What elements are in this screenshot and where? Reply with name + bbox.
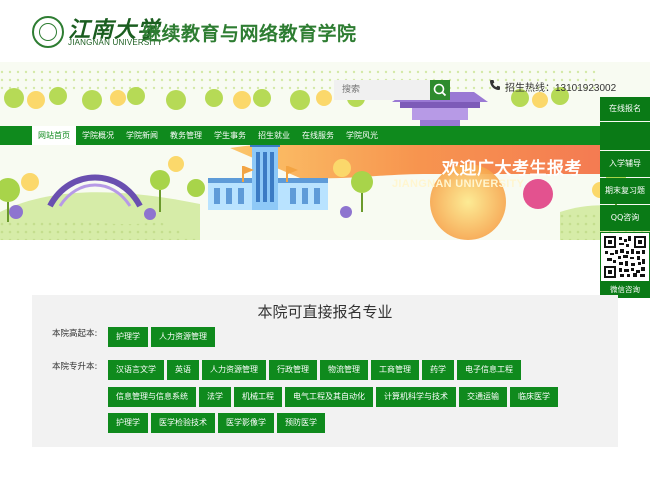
major-tag[interactable]: 护理学 [108,327,148,347]
major-tag[interactable]: 信息管理与信息系统 [108,387,196,407]
banner-subline: JIANGNAN UNIVERSITY [392,178,525,190]
phone-icon [490,80,500,90]
admission-hotline: 招生热线：13101923002 [505,83,617,94]
nav-item-about[interactable]: 学院概况 [76,126,120,145]
nav-item-admission[interactable]: 招生就业 [252,126,296,145]
page: 江南大学 JIANGNAN UNIVERSITY 继续教育与网络教育学院 搜索 … [0,0,650,500]
major-tag[interactable]: 护理学 [108,413,148,433]
majors-row: 护理学 人力资源管理 [108,327,218,347]
major-tag[interactable]: 物流管理 [320,360,368,380]
university-seal-icon[interactable] [32,16,64,48]
major-tag[interactable]: 预防医学 [277,413,325,433]
major-tag[interactable]: 医学检验技术 [151,413,215,433]
floating-sidebar: 在线报名 入学辅导 期末复习题 QQ咨询 微信咨询 [600,97,650,298]
major-tag[interactable]: 人力资源管理 [151,327,215,347]
majors-panel: 本院可直接报名专业 本院高起本: 护理学 人力资源管理 本院专升本: 汉语言文学… [32,295,618,447]
majors-row: 汉语言文学 英语 人力资源管理 行政管理 物流管理 工商管理 药学 电子信息工程 [108,360,524,380]
sidebar-qq-consult[interactable]: QQ咨询 [600,205,650,231]
group-label-high-to-bachelor: 本院高起本: [52,329,98,339]
sidebar-enrollment-guidance[interactable]: 入学辅导 [600,151,650,177]
sidebar-online-registration[interactable]: 在线报名 [600,97,650,121]
major-tag[interactable]: 计算机科学与技术 [376,387,456,407]
major-tag[interactable]: 法学 [199,387,231,407]
majors-row: 护理学 医学检验技术 医学影像学 预防医学 [108,413,328,433]
sidebar-spacer [600,122,650,150]
majors-row: 信息管理与信息系统 法学 机械工程 电气工程及其自动化 计算机科学与技术 交通运… [108,387,561,407]
major-tag[interactable]: 交通运输 [459,387,507,407]
nav-item-online-services[interactable]: 在线服务 [296,126,340,145]
site-header: 江南大学 JIANGNAN UNIVERSITY 继续教育与网络教育学院 [0,0,650,62]
major-tag[interactable]: 英语 [167,360,199,380]
wechat-qr-code[interactable] [600,232,650,282]
nav-item-student-affairs[interactable]: 学生事务 [208,126,252,145]
sidebar-final-review[interactable]: 期末复习题 [600,178,650,204]
nav-item-home[interactable]: 网站首页 [32,126,76,145]
major-tag[interactable]: 医学影像学 [218,413,274,433]
major-tag[interactable]: 汉语言文学 [108,360,164,380]
nav-item-academic-affairs[interactable]: 教务管理 [164,126,208,145]
main-nav: 网站首页 学院概况 学院新闻 教务管理 学生事务 招生就业 在线服务 学院风光 [0,126,600,145]
group-label-college-to-bachelor: 本院专升本: [52,362,98,372]
major-tag[interactable]: 电子信息工程 [457,360,521,380]
majors-title: 本院可直接报名专业 [257,303,393,321]
major-tag[interactable]: 电气工程及其自动化 [285,387,373,407]
school-name[interactable]: 继续教育与网络教育学院 [142,19,357,46]
nav-item-scenery[interactable]: 学院风光 [340,126,384,145]
major-tag[interactable]: 工商管理 [371,360,419,380]
search-input[interactable] [334,80,430,100]
major-tag[interactable]: 行政管理 [269,360,317,380]
search-icon [433,83,447,97]
major-tag[interactable]: 人力资源管理 [202,360,266,380]
banner-headline: 欢迎广大考生报考 [442,159,582,179]
major-tag[interactable]: 机械工程 [234,387,282,407]
qr-code-icon [603,235,647,279]
major-tag[interactable]: 药学 [422,360,454,380]
major-tag[interactable]: 临床医学 [510,387,558,407]
search-button[interactable] [430,80,450,100]
nav-item-news[interactable]: 学院新闻 [120,126,164,145]
